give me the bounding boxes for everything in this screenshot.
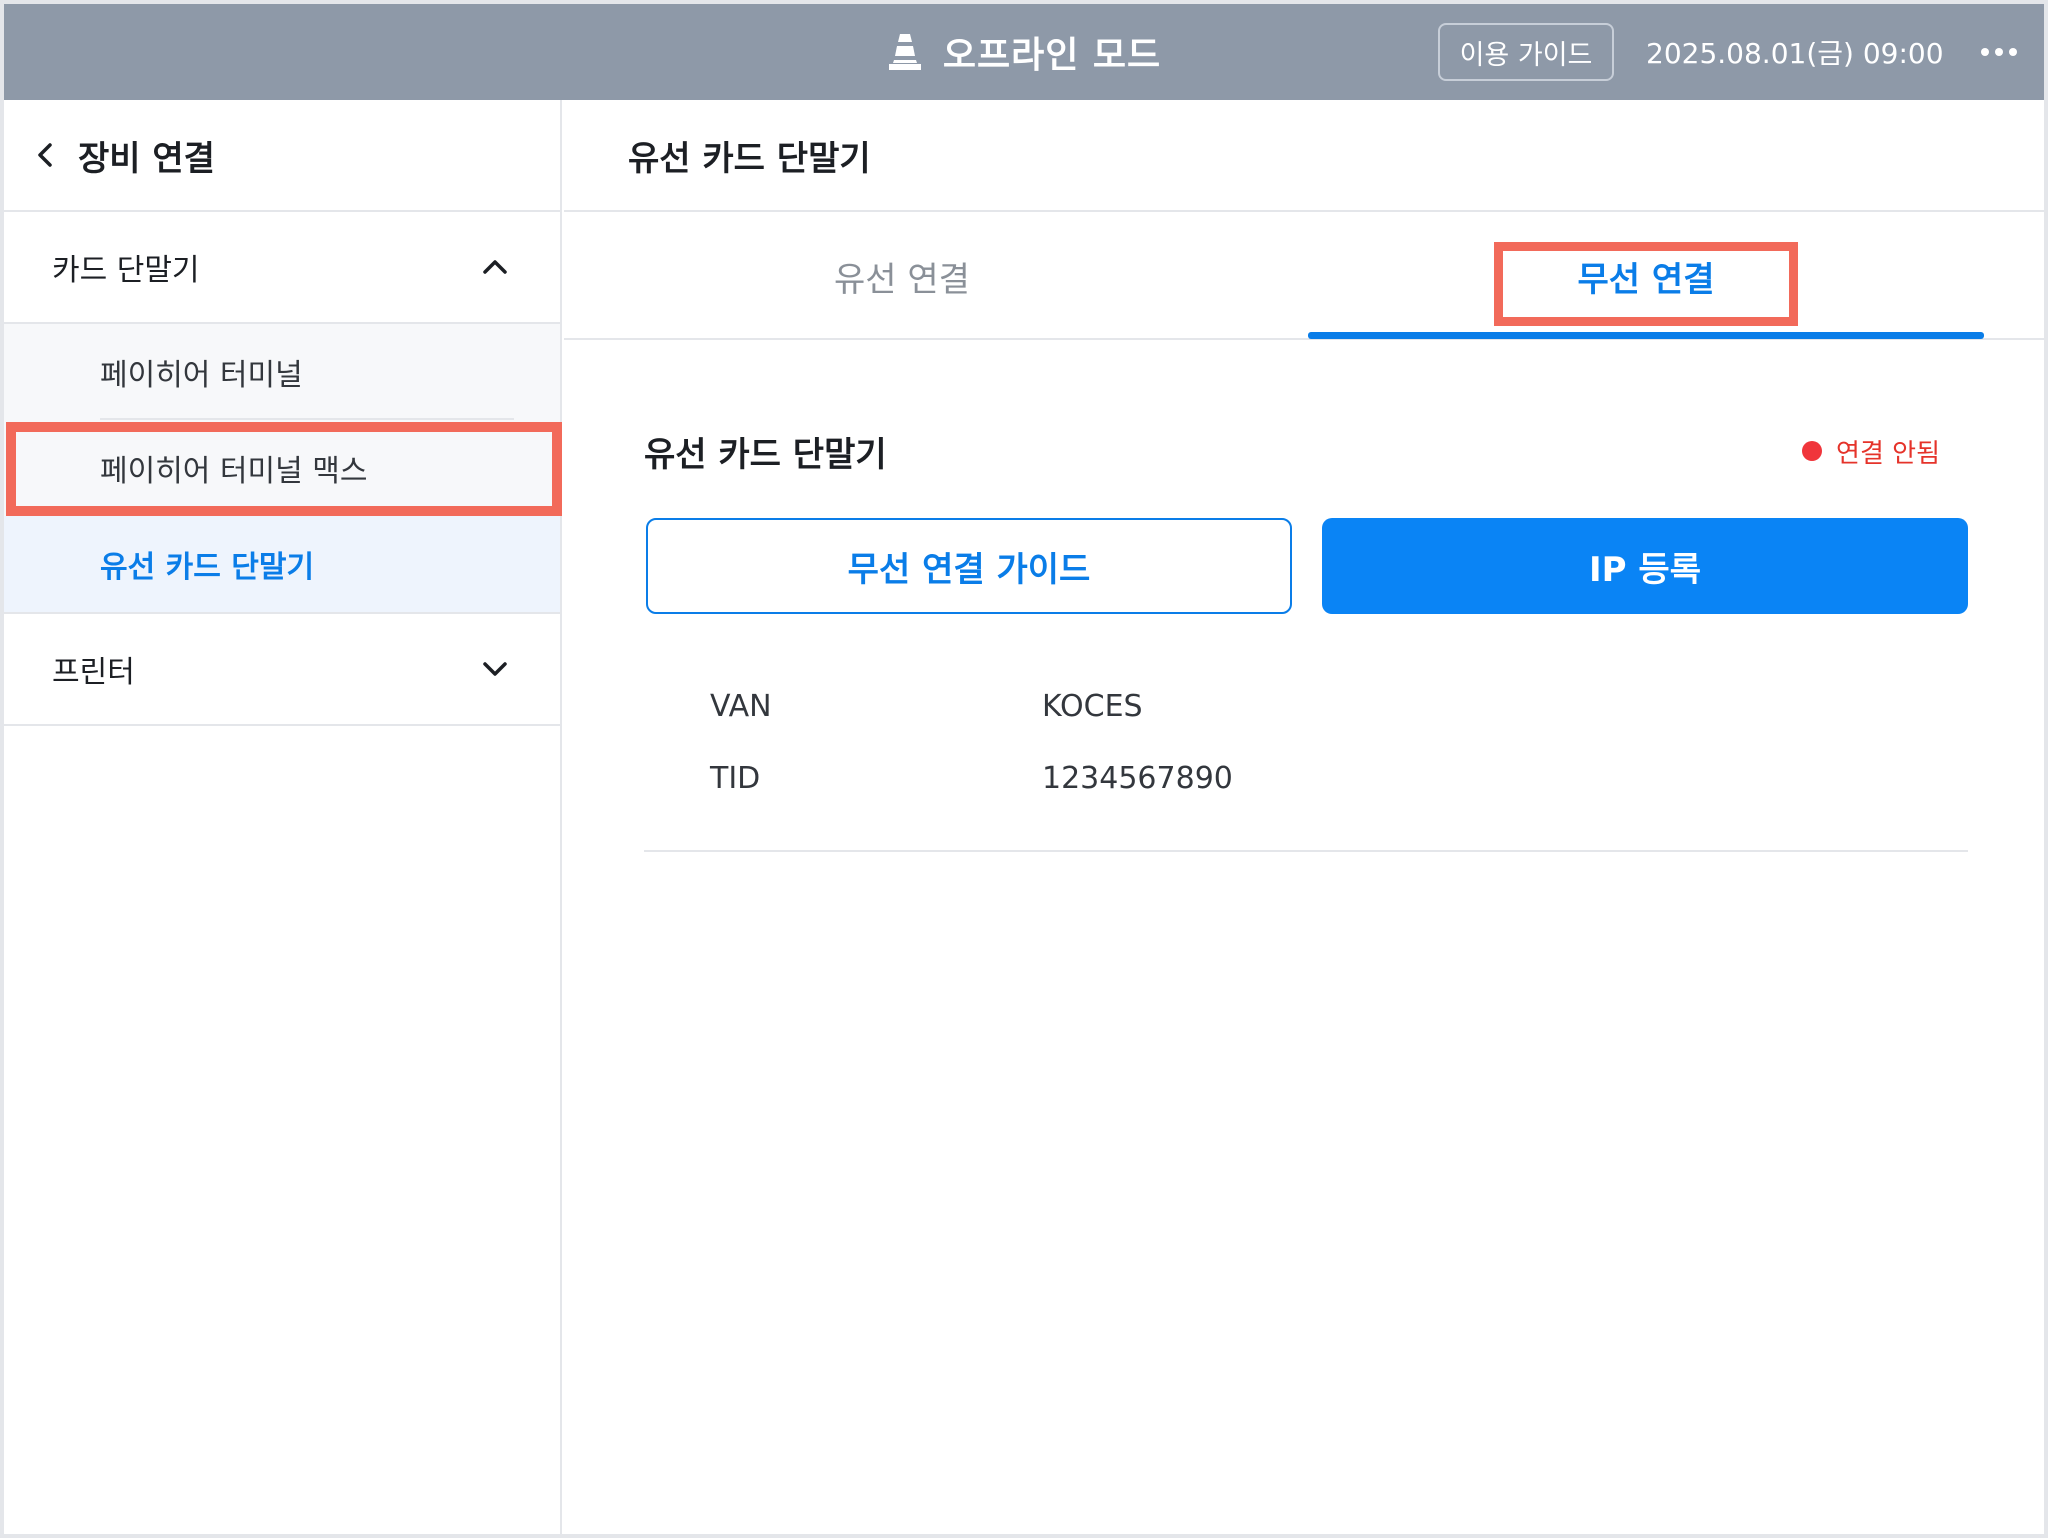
tab-wireless-connection[interactable]: 무선 연결	[1308, 212, 1984, 340]
tab-wired-connection[interactable]: 유선 연결	[564, 212, 1240, 340]
section-title: 유선 카드 단말기	[644, 434, 887, 475]
traffic-cone-icon	[887, 32, 923, 72]
datetime-display: 2025.08.01(금) 09:00	[1646, 37, 1944, 70]
info-value: 1234567890	[1042, 760, 1233, 796]
sidebar-subitems: 페이히어 터미널 페이히어 터미널 맥스 유선 카드 단말기	[4, 324, 560, 614]
content-title: 유선 카드 단말기	[564, 100, 2044, 212]
sidebar-group-label: 카드 단말기	[52, 253, 200, 288]
chevron-up-icon	[480, 257, 510, 277]
active-tab-indicator	[1308, 332, 1984, 339]
sidebar-header: 장비 연결	[4, 100, 560, 212]
sidebar: 장비 연결 카드 단말기 페이히어 터미널 페이히어 터미널 맥스 유선 카드 …	[4, 100, 562, 1534]
connection-status: 연결 안됨	[1802, 433, 1940, 470]
sidebar-item-payhere-terminal[interactable]: 페이히어 터미널	[4, 324, 560, 420]
back-arrow-icon[interactable]	[34, 140, 56, 170]
section-header: 유선 카드 단말기 연결 안됨	[644, 426, 1964, 476]
usage-guide-button[interactable]: 이용 가이드	[1438, 23, 1614, 81]
more-options-icon[interactable]	[1974, 34, 2024, 70]
sidebar-group-printer[interactable]: 프린터	[4, 614, 560, 726]
status-dot-icon	[1802, 441, 1823, 461]
connection-tabs: 유선 연결 무선 연결	[564, 212, 2044, 340]
wireless-guide-button[interactable]: 무선 연결 가이드	[646, 518, 1292, 614]
info-key: TID	[710, 760, 761, 796]
sidebar-title: 장비 연결	[78, 138, 215, 179]
divider	[644, 850, 1968, 852]
page-title: 오프라인 모드	[942, 35, 1162, 76]
chevron-down-icon	[480, 659, 510, 679]
info-row: VAN KOCES	[710, 670, 1910, 742]
sidebar-group-label: 프린터	[52, 655, 135, 690]
top-bar: 오프라인 모드 이용 가이드 2025.08.01(금) 09:00	[4, 4, 2044, 100]
status-text: 연결 안됨	[1836, 438, 1940, 469]
sidebar-item-payhere-terminal-max[interactable]: 페이히어 터미널 맥스	[4, 420, 560, 516]
info-key: VAN	[710, 688, 772, 724]
terminal-info: VAN KOCES TID 1234567890	[710, 670, 1910, 814]
info-row: TID 1234567890	[710, 742, 1910, 814]
ip-register-button[interactable]: IP 등록	[1322, 518, 1968, 614]
main-content: 유선 카드 단말기 유선 연결 무선 연결 유선 카드 단말기 연결 안됨 무선…	[564, 100, 2044, 1534]
sidebar-group-card-terminal[interactable]: 카드 단말기	[4, 212, 560, 324]
sidebar-item-wired-card-terminal[interactable]: 유선 카드 단말기	[4, 516, 560, 612]
info-value: KOCES	[1042, 688, 1143, 724]
app-window: 오프라인 모드 이용 가이드 2025.08.01(금) 09:00 장비 연결…	[0, 0, 2048, 1538]
